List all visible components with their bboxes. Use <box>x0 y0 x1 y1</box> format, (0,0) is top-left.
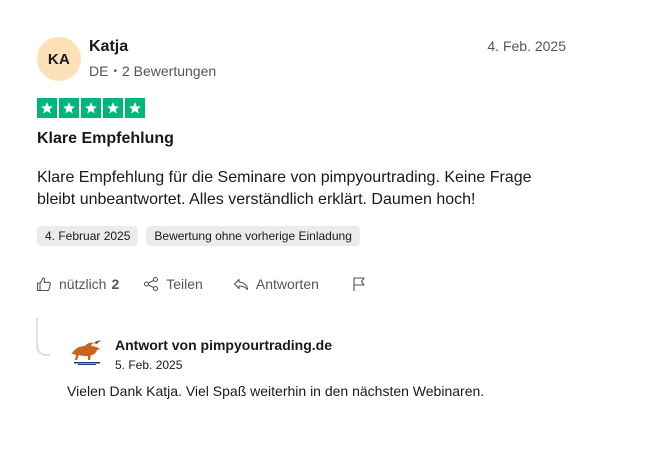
star-icon <box>81 98 101 118</box>
reply-connector-line <box>36 318 50 356</box>
company-logo-bull-icon <box>71 340 102 365</box>
star-icon <box>125 98 145 118</box>
reply-text: Vielen Dank Katja. Viel Spaß weiterhin i… <box>67 383 485 399</box>
avatar-initials: KA <box>47 50 71 68</box>
reviewer-review-count: 2 Bewertungen <box>121 63 217 79</box>
reviewer-name[interactable]: Katja <box>89 38 128 56</box>
reviewer-country: DE <box>89 63 109 79</box>
thumbs-up-icon <box>36 277 51 292</box>
review-tags: 4. Februar 2025 Bewertung ohne vorherige… <box>37 226 360 246</box>
reviewer-meta: DE • 2 Bewertungen <box>89 63 216 79</box>
useful-count: 2 <box>111 276 120 292</box>
reply-button[interactable]: Antworten <box>233 276 319 292</box>
reply-company-name: Antwort von pimpyourtrading.de <box>115 337 332 353</box>
share-label: Teilen <box>166 276 203 292</box>
share-icon <box>144 276 159 292</box>
reply-arrow-icon <box>233 278 248 291</box>
share-button[interactable]: Teilen <box>143 276 203 292</box>
flag-icon <box>353 277 365 291</box>
review-date: 4. Feb. 2025 <box>487 38 566 54</box>
useful-label: nützlich <box>59 276 107 292</box>
useful-button[interactable]: nützlich 2 <box>36 276 119 292</box>
reply-label: Antworten <box>255 276 319 292</box>
star-icon <box>103 98 123 118</box>
star-icon <box>59 98 79 118</box>
star-icon <box>37 98 57 118</box>
review-title[interactable]: Klare Empfehlung <box>37 130 174 148</box>
verification-tag[interactable]: Bewertung ohne vorherige Einladung <box>146 226 360 246</box>
review-actions: nützlich 2 Teilen Antworten <box>36 276 374 292</box>
reply-date: 5. Feb. 2025 <box>115 358 183 372</box>
report-button[interactable] <box>351 276 374 292</box>
separator-dot: • <box>113 65 117 77</box>
star-rating <box>37 98 145 118</box>
review-body: Klare Empfehlung für die Seminare von pi… <box>37 169 532 208</box>
date-of-experience-tag: 4. Februar 2025 <box>37 226 139 246</box>
avatar[interactable]: KA <box>37 37 81 81</box>
